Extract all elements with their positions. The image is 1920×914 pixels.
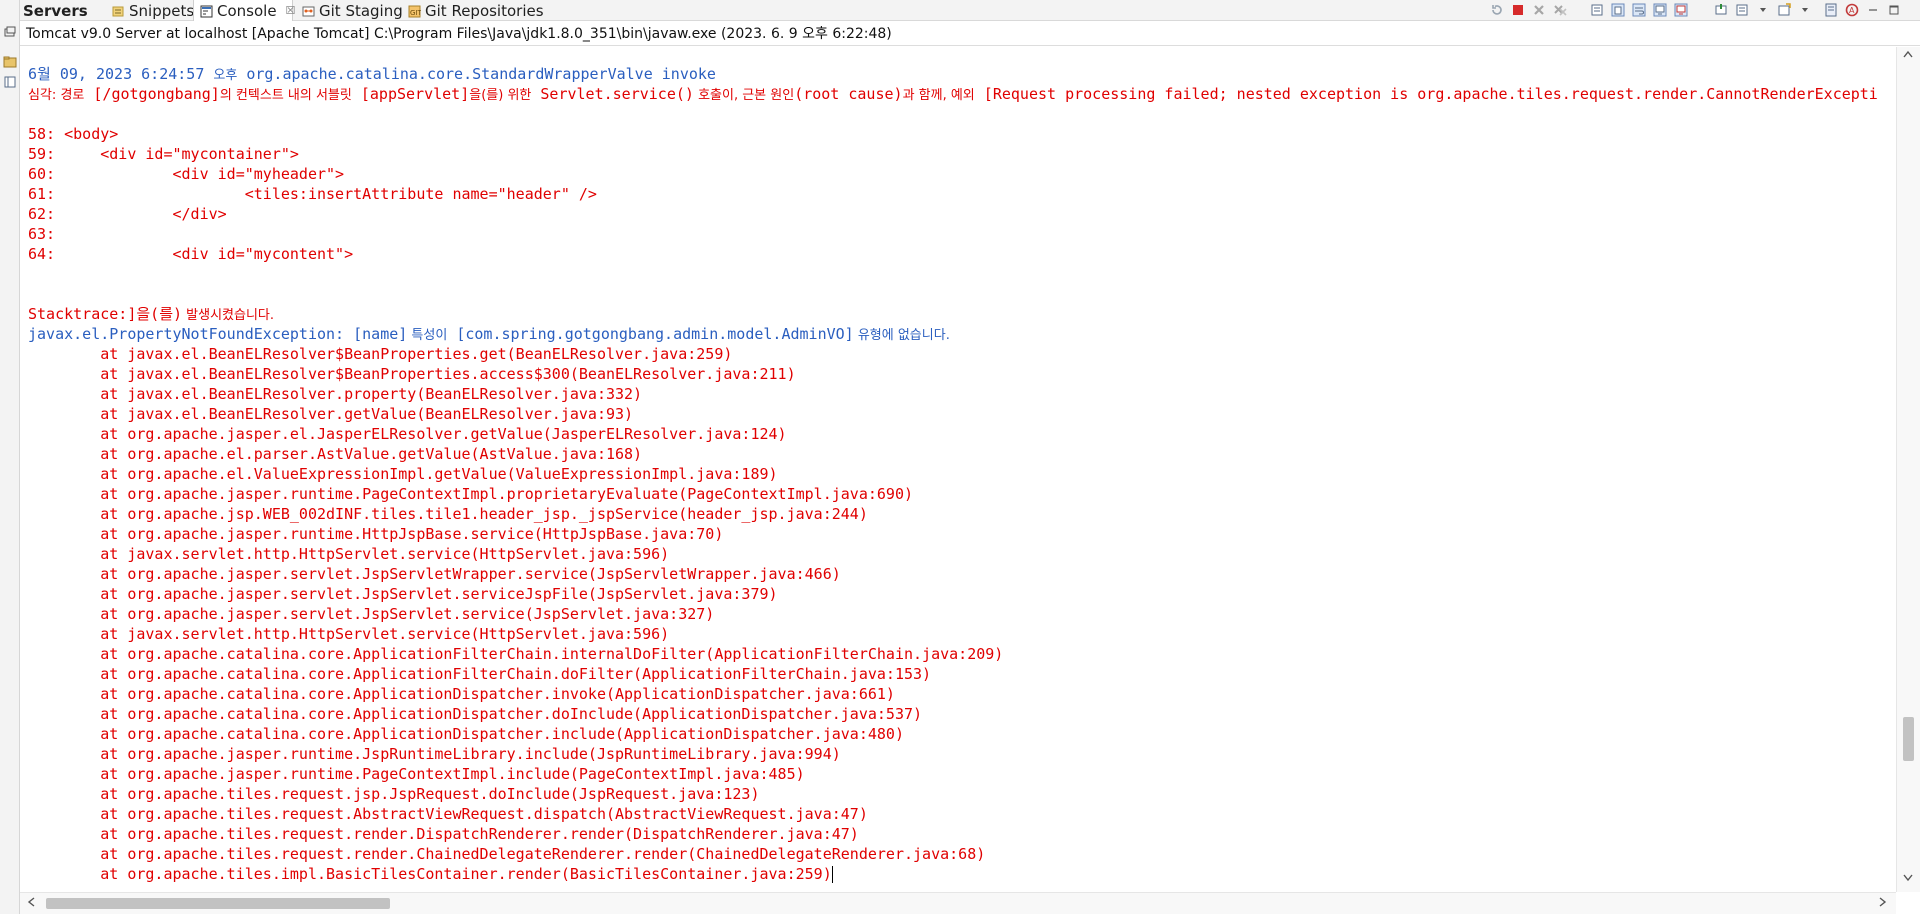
trace-line: at javax.el.BeanELResolver.property(Bean…: [28, 385, 643, 403]
trace-line: at org.apache.jasper.runtime.PageContext…: [28, 485, 914, 503]
console-toolbar: [1586, 1, 1691, 19]
jsp-source-line: 60: <div id="myheader">: [28, 165, 345, 183]
exception-line: javax.el.PropertyNotFoundException: [nam…: [28, 325, 950, 343]
trace-line: at org.apache.tiles.request.render.Chain…: [28, 845, 986, 863]
tab-git-repositories[interactable]: GIT Git Repositories: [408, 0, 544, 21]
log-header-line: 6월 09, 2023 6:24:57 오후 org.apache.catali…: [28, 65, 716, 83]
trace-line: at org.apache.jasper.servlet.JspServlet.…: [28, 585, 778, 603]
trace-line: at org.apache.catalina.core.ApplicationF…: [28, 645, 1004, 663]
trace-line: at org.apache.jasper.servlet.JspServletW…: [28, 565, 841, 583]
trace-line: at org.apache.jasper.runtime.PageContext…: [28, 765, 805, 783]
tab-label: Console: [217, 1, 277, 20]
tab-git-staging[interactable]: Git Staging: [302, 0, 403, 21]
trace-line: at org.apache.jsp.WEB_002dINF.tiles.tile…: [28, 505, 868, 523]
horizontal-scrollbar[interactable]: [20, 892, 1896, 914]
trace-line: at org.apache.tiles.impl.BasicTilesConta…: [28, 865, 833, 883]
tab-label: Git Staging: [319, 1, 403, 20]
trace-line: at org.apache.jasper.runtime.HttpJspBase…: [28, 525, 724, 543]
text-cursor: [831, 866, 833, 883]
word-wrap-icon[interactable]: [1628, 1, 1649, 19]
severe-line: 심각: 경로 [/gotgongbang]의 컨텍스트 내의 서블릿 [appS…: [28, 85, 1878, 103]
scroll-lock-icon[interactable]: [1607, 1, 1628, 19]
trace-line: at org.apache.el.ValueExpressionImpl.get…: [28, 465, 778, 483]
stacktrace-line: Stacktrace:]을(를) 발생시켰습니다.: [28, 305, 275, 323]
console-icon: [200, 4, 213, 18]
trace-line: at org.apache.jasper.el.JasperELResolver…: [28, 425, 787, 443]
trace-line: at javax.el.BeanELResolver.getValue(Bean…: [28, 405, 634, 423]
left-trim-stack: [0, 0, 20, 914]
restart-icon[interactable]: [1486, 1, 1507, 19]
tab-console[interactable]: Console ☒: [193, 0, 296, 21]
snippets-icon: [112, 4, 125, 17]
scroll-down-icon[interactable]: [1902, 873, 1914, 886]
maximize-icon[interactable]: [1883, 1, 1904, 19]
git-staging-icon: [302, 4, 315, 17]
pin-console-icon[interactable]: [1710, 1, 1731, 19]
console-text: 6월 09, 2023 6:24:57 오후 org.apache.catali…: [28, 64, 1878, 884]
trace-line: at org.apache.catalina.core.ApplicationD…: [28, 685, 895, 703]
minimize-icon[interactable]: [1862, 1, 1883, 19]
trace-line: at org.apache.jasper.runtime.JspRuntimeL…: [28, 745, 841, 763]
jsp-source-line: 58: <body>: [28, 125, 119, 143]
trace-line: at org.apache.catalina.core.ApplicationD…: [28, 725, 904, 743]
jsp-source-line: 63:: [28, 225, 65, 243]
clear-console-icon[interactable]: [1586, 1, 1607, 19]
tab-snippets[interactable]: Snippets: [112, 0, 194, 21]
trace-line: at org.apache.jasper.servlet.JspServlet.…: [28, 605, 715, 623]
display-selected-console-icon[interactable]: [1731, 1, 1752, 19]
trace-line: at org.apache.tiles.request.jsp.JspReque…: [28, 785, 760, 803]
open-console-icon[interactable]: [1773, 1, 1794, 19]
horizontal-scroll-thumb[interactable]: [46, 898, 390, 909]
scroll-left-icon[interactable]: [26, 896, 36, 911]
trace-line: at org.apache.tiles.request.AbstractView…: [28, 805, 868, 823]
terminate-icon[interactable]: [1528, 1, 1549, 19]
trace-line: at javax.servlet.http.HttpServlet.servic…: [28, 625, 670, 643]
show-on-stdout-icon[interactable]: [1649, 1, 1670, 19]
svg-text:GIT: GIT: [410, 9, 421, 17]
trace-line: at javax.el.BeanELResolver$BeanPropertie…: [28, 365, 796, 383]
svg-text:A: A: [1849, 6, 1855, 15]
outline-icon[interactable]: [3, 74, 17, 88]
view-tab-bar: Servers Snippets Console ☒ Git Staging G…: [0, 0, 1920, 21]
restore-icon[interactable]: [3, 24, 17, 38]
scroll-up-icon[interactable]: [1902, 49, 1914, 62]
chevron-down-icon[interactable]: [1752, 1, 1773, 19]
scroll-right-icon[interactable]: [1878, 896, 1888, 911]
jsp-source-line: 62: </div>: [28, 205, 227, 223]
trace-line: at javax.servlet.http.HttpServlet.servic…: [28, 545, 670, 563]
trace-line: at org.apache.tiles.request.render.Dispa…: [28, 825, 859, 843]
console-output[interactable]: 6월 09, 2023 6:24:57 오후 org.apache.catali…: [20, 47, 1900, 892]
vertical-scroll-thumb[interactable]: [1903, 717, 1914, 761]
tab-label: Git Repositories: [425, 1, 544, 20]
debug-perspective-icon[interactable]: [1820, 1, 1841, 19]
git-repositories-icon: GIT: [408, 4, 422, 18]
jsp-source-line: 61: <tiles:insertAttribute name="header"…: [28, 185, 597, 203]
view-toolbar: [1710, 1, 1815, 19]
remove-all-terminated-icon[interactable]: [1549, 1, 1570, 19]
tab-label: Snippets: [129, 1, 195, 20]
console-process-label: Tomcat v9.0 Server at localhost [Apache …: [20, 22, 1920, 46]
trace-line: at org.apache.el.parser.AstValue.getValu…: [28, 445, 643, 463]
jsp-source-line: 59: <div id="mycontainer">: [28, 145, 299, 163]
trace-line: at javax.el.BeanELResolver$BeanPropertie…: [28, 345, 733, 363]
server-toolbar: [1486, 1, 1570, 19]
package-explorer-icon[interactable]: [3, 54, 17, 68]
trace-line: at org.apache.catalina.core.ApplicationD…: [28, 705, 923, 723]
trace-line: at org.apache.catalina.core.ApplicationF…: [28, 665, 932, 683]
tab-label: Servers: [23, 1, 88, 20]
jsp-source-line: 64: <div id="mycontent">: [28, 245, 354, 263]
vertical-scrollbar[interactable]: [1896, 47, 1920, 892]
java-ee-perspective-icon[interactable]: A: [1841, 1, 1862, 19]
window-toolbar: A: [1820, 1, 1904, 19]
close-icon[interactable]: ☒: [286, 4, 296, 17]
show-on-stderr-icon[interactable]: [1670, 1, 1691, 19]
chevron-down-icon[interactable]: [1794, 1, 1815, 19]
stop-icon[interactable]: [1507, 1, 1528, 19]
